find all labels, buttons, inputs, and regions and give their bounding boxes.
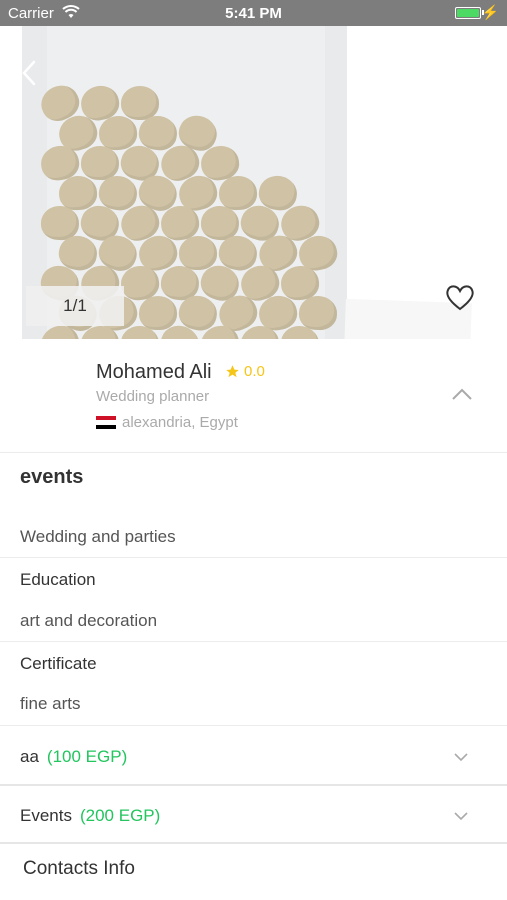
package-name: aa: [20, 747, 39, 766]
package-price: (200 EGP): [79, 806, 161, 825]
photo-heart: [218, 175, 258, 211]
battery-icon: [455, 7, 481, 19]
divider: [0, 641, 507, 642]
rating-value: 0.0: [244, 363, 265, 380]
location: alexandria, Egypt: [96, 414, 238, 431]
divider: [0, 784, 507, 786]
profile-header: Mohamed Ali 0.0 Wedding planner alexandr…: [0, 339, 507, 452]
gallery-counter: 1/1: [26, 286, 124, 326]
chevron-up-icon[interactable]: [451, 387, 473, 401]
contacts-info-title[interactable]: Contacts Info: [23, 858, 135, 880]
egypt-flag-icon: [96, 415, 116, 430]
divider: [0, 452, 507, 453]
divider: [0, 725, 507, 726]
rating: 0.0: [225, 363, 265, 380]
photo-heart: [139, 296, 177, 330]
events-title: events: [20, 466, 84, 488]
package-price: (100 EGP): [46, 747, 128, 766]
provider-name: Mohamed Ali: [96, 361, 212, 383]
education-label: Education: [20, 570, 96, 589]
chevron-down-icon: [454, 753, 468, 762]
events-value: Wedding and parties: [20, 527, 176, 546]
star-icon: [226, 365, 239, 378]
back-icon[interactable]: [14, 58, 44, 88]
chevron-down-icon: [454, 812, 468, 821]
certificate-label: Certificate: [20, 654, 97, 673]
photo-heart: [178, 235, 218, 271]
package-name: Events: [20, 806, 72, 825]
divider: [0, 842, 507, 844]
provider-role: Wedding planner: [96, 388, 210, 405]
divider: [0, 557, 507, 558]
photo-heart: [298, 295, 338, 331]
charging-icon: ⚡: [481, 4, 499, 20]
package-row[interactable]: aa (100 EGP): [0, 729, 507, 785]
status-bar: Carrier 5:41 PM ⚡: [0, 0, 507, 26]
location-text: alexandria, Egypt: [122, 414, 238, 431]
package-row[interactable]: Events (200 EGP): [0, 788, 507, 844]
clock: 5:41 PM: [225, 5, 282, 22]
certificate-value: fine arts: [20, 694, 81, 713]
heart-icon[interactable]: [444, 282, 476, 312]
education-value: art and decoration: [20, 611, 158, 630]
